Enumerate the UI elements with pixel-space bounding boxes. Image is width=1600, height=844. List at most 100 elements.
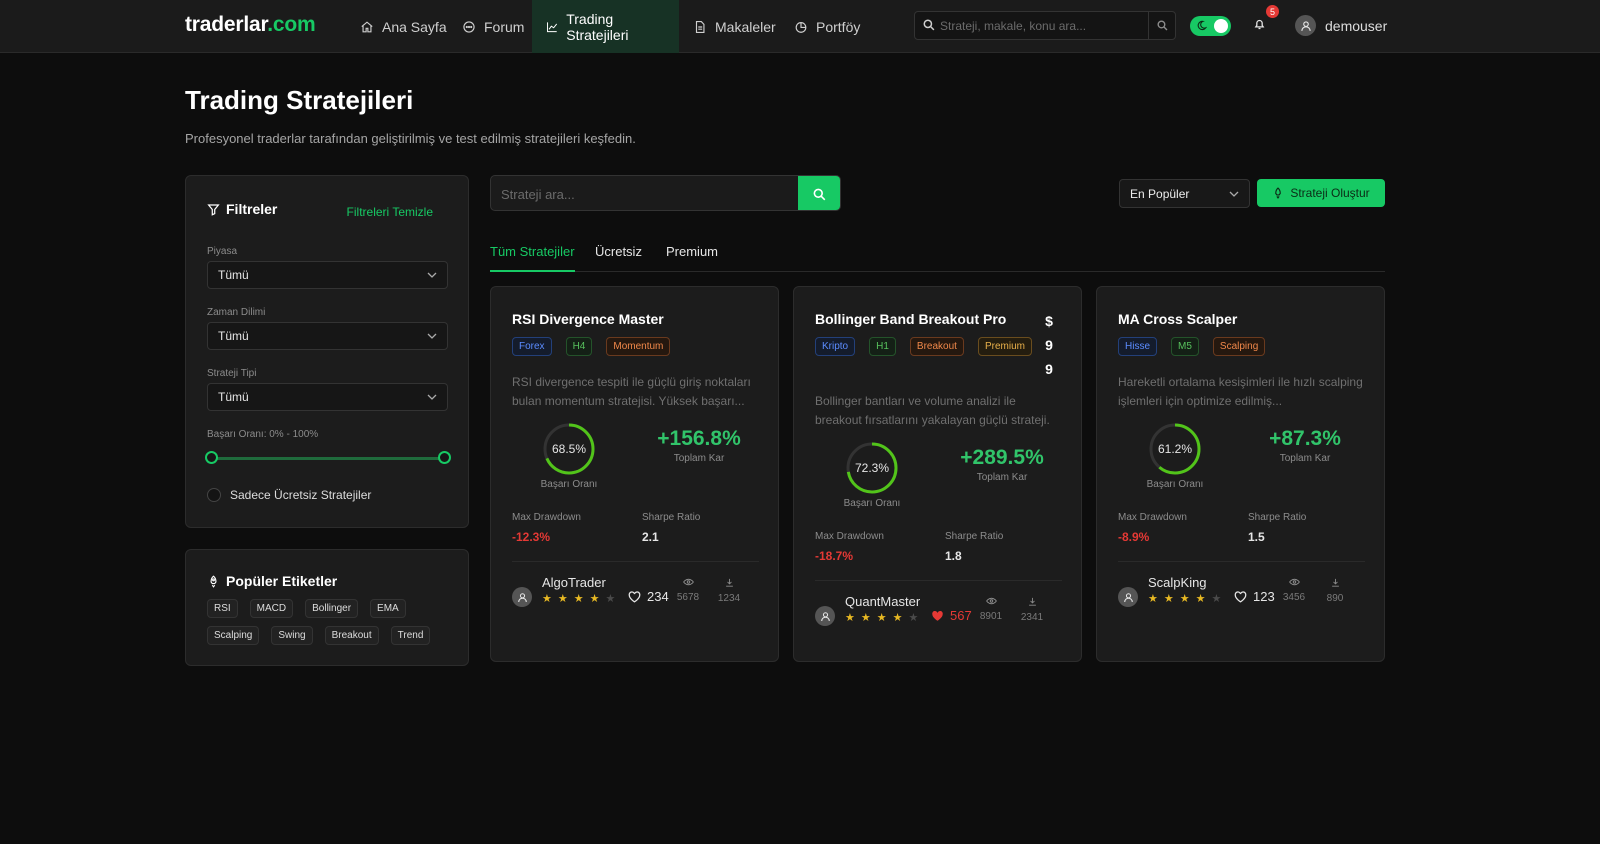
total-profit-value: +87.3% xyxy=(1269,427,1341,450)
views-count: 3456 xyxy=(1282,592,1306,603)
eye-icon xyxy=(682,578,694,586)
clear-filters-link[interactable]: Filtreleri Temizle xyxy=(347,205,433,219)
timeframe-badge: H4 xyxy=(565,337,593,356)
tag-macd[interactable]: MACD xyxy=(249,599,294,618)
downloads-stat: 1234 xyxy=(715,578,743,604)
market-select[interactable]: Tümü xyxy=(207,261,448,289)
strategy-card[interactable]: RSI Divergence Master Forex H4 Momentum … xyxy=(490,286,779,662)
brand-logo[interactable]: traderlar.com xyxy=(185,13,316,37)
strategy-title[interactable]: MA Cross Scalper xyxy=(1118,311,1237,327)
author-name[interactable]: ScalpKing xyxy=(1148,575,1207,590)
market-value: Tümü xyxy=(218,268,249,282)
sharpe-ratio-label: Sharpe Ratio xyxy=(1248,512,1307,523)
strategy-search xyxy=(490,175,841,211)
success-rate-slider-track[interactable] xyxy=(212,457,444,460)
sort-select[interactable]: En Popüler xyxy=(1119,179,1250,208)
strategy-card[interactable]: Bollinger Band Breakout Pro $ 9 9 Kripto… xyxy=(793,286,1082,662)
nav-label: Ana Sayfa xyxy=(382,18,447,35)
rocket-icon xyxy=(1275,187,1282,199)
free-only-checkbox[interactable] xyxy=(207,488,221,502)
tag-swing[interactable]: Swing xyxy=(271,626,313,645)
strategy-tags: Forex H4 Momentum xyxy=(512,337,671,356)
star-icon: ★ xyxy=(1163,593,1180,605)
tag-scalping[interactable]: Scalping xyxy=(207,626,260,645)
free-only-option[interactable]: Sadece Ücretsiz Stratejiler xyxy=(207,488,371,502)
author-name[interactable]: AlgoTrader xyxy=(542,575,606,590)
filters-header: Filtreler xyxy=(207,201,277,217)
star-icon: ★ xyxy=(589,593,606,605)
max-drawdown-value: -12.3% xyxy=(512,530,551,544)
heart-icon xyxy=(628,590,641,603)
strategy-type-select[interactable]: Tümü xyxy=(207,383,448,411)
tab-premium[interactable]: Premium xyxy=(666,244,718,272)
star-icon: ★ xyxy=(892,612,909,624)
slider-min-handle[interactable] xyxy=(205,451,218,464)
price-label: $ 9 9 xyxy=(1043,309,1055,381)
market-badge: Forex xyxy=(512,337,552,356)
nav-item-trading-strategies[interactable]: Trading Stratejileri xyxy=(532,0,679,53)
strategy-search-input[interactable] xyxy=(501,184,791,204)
nav-item-home[interactable]: Ana Sayfa xyxy=(360,0,447,53)
nav-item-articles[interactable]: Makaleler xyxy=(693,0,776,53)
star-icon: ★ xyxy=(542,593,558,605)
star-icon: ★ xyxy=(1179,593,1196,605)
strategy-description: Bollinger bantları ve volume analizi ile… xyxy=(815,394,1050,427)
price-char: 9 xyxy=(1045,361,1053,377)
card-divider xyxy=(1118,561,1365,562)
tag-ema[interactable]: EMA xyxy=(370,599,406,618)
eye-icon xyxy=(985,597,997,605)
total-profit-label: Toplam Kar xyxy=(1279,453,1331,464)
avatar xyxy=(1295,15,1316,36)
like-button[interactable]: 123 xyxy=(1234,589,1275,604)
market-badge: Hisse xyxy=(1118,337,1158,356)
theme-toggle[interactable] xyxy=(1190,16,1231,36)
views-stat: 8901 xyxy=(977,597,1005,622)
search-icon xyxy=(1156,20,1167,31)
like-count: 567 xyxy=(950,608,972,623)
strategy-description: RSI divergence tespiti ile güçlü giriş n… xyxy=(512,375,751,408)
nav-label: Trading Stratejileri xyxy=(566,10,629,43)
tag-bollinger[interactable]: Bollinger xyxy=(305,599,359,618)
tag-breakout[interactable]: Breakout xyxy=(324,626,379,645)
chevron-down-icon xyxy=(1229,191,1239,197)
strategy-tags: Hisse M5 Scalping xyxy=(1118,337,1266,356)
views-count: 8901 xyxy=(979,611,1003,622)
timeframe-select[interactable]: Tümü xyxy=(207,322,448,350)
star-icon: ★ xyxy=(1148,593,1164,605)
type-badge: Scalping xyxy=(1212,337,1266,356)
create-strategy-button[interactable]: Strateji Oluştur xyxy=(1257,179,1385,207)
nav-item-portfolio[interactable]: Portföy xyxy=(794,0,860,53)
download-icon xyxy=(1028,597,1036,606)
toggle-knob xyxy=(1214,19,1228,33)
market-badge: Kripto xyxy=(815,337,856,356)
page-subtitle: Profesyonel traderlar tarafından gelişti… xyxy=(185,131,636,146)
like-button[interactable]: 234 xyxy=(628,589,669,604)
strategy-search-button[interactable] xyxy=(798,176,840,210)
global-search-button[interactable] xyxy=(1148,12,1175,39)
nav-item-forum[interactable]: Forum xyxy=(462,0,524,53)
like-button[interactable]: 567 xyxy=(931,608,972,623)
strategy-title[interactable]: RSI Divergence Master xyxy=(512,311,664,327)
user-icon xyxy=(820,611,830,621)
tag-trend[interactable]: Trend xyxy=(390,626,431,645)
success-rate-value: 61.2% xyxy=(1157,442,1193,456)
page-title: Trading Stratejileri xyxy=(185,85,414,115)
user-menu[interactable]: demouser xyxy=(1295,15,1387,36)
total-profit-value: +289.5% xyxy=(960,446,1044,469)
bell-icon[interactable] xyxy=(1253,17,1266,31)
slider-max-handle[interactable] xyxy=(438,451,451,464)
global-search-input[interactable] xyxy=(940,15,1140,37)
chevron-down-icon xyxy=(427,394,437,400)
downloads-count: 2341 xyxy=(1020,612,1044,623)
username: demouser xyxy=(1325,17,1388,34)
eye-icon xyxy=(1288,578,1300,586)
tag-rsi[interactable]: RSI xyxy=(207,599,238,618)
strategy-card[interactable]: MA Cross Scalper Hisse M5 Scalping Harek… xyxy=(1096,286,1385,662)
like-count: 234 xyxy=(647,589,669,604)
tab-all-strategies[interactable]: Tüm Stratejiler xyxy=(490,244,575,272)
search-icon xyxy=(813,188,825,200)
author-name[interactable]: QuantMaster xyxy=(845,594,920,609)
strategy-title[interactable]: Bollinger Band Breakout Pro xyxy=(815,311,1006,327)
success-rate-value: 72.3% xyxy=(854,461,890,475)
tab-free[interactable]: Ücretsiz xyxy=(595,244,642,272)
